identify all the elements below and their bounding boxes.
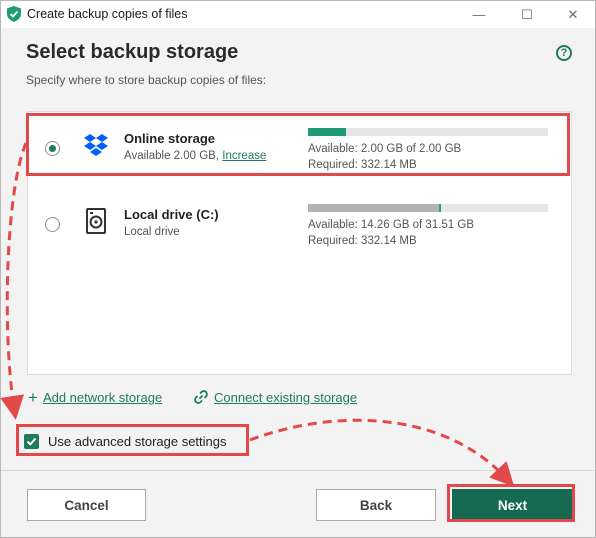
storage-list: Online storage Available 2.00 GB, Increa…	[27, 111, 572, 375]
minimize-icon: —	[472, 7, 486, 22]
dialog-window: Create backup copies of files — ☐ ✕ Sele…	[0, 0, 596, 538]
online-storage-usage-fill	[308, 128, 347, 136]
footer: Cancel Back Next	[1, 471, 595, 537]
link-icon	[194, 390, 208, 404]
online-storage-name: Online storage	[124, 131, 216, 146]
advanced-settings-label: Use advanced storage settings	[48, 433, 227, 449]
online-storage-required: Required: 332.14 MB	[308, 159, 417, 171]
back-button[interactable]: Back	[316, 489, 436, 521]
local-drive-detail: Local drive	[124, 226, 180, 238]
connect-existing-storage-link[interactable]: Connect existing storage	[193, 389, 357, 405]
storage-option-local[interactable]: Local drive (C:) Local drive Available: …	[28, 193, 571, 257]
online-storage-detail: Available 2.00 GB, Increase	[124, 150, 266, 162]
minimize-button[interactable]: —	[459, 1, 499, 28]
local-drive-usage-fill	[308, 204, 440, 212]
next-button[interactable]: Next	[452, 489, 573, 521]
local-drive-usage-bar	[308, 204, 548, 212]
add-network-storage-link[interactable]: + Add network storage	[28, 389, 162, 406]
online-storage-available: Available: 2.00 GB of 2.00 GB	[308, 143, 462, 155]
local-drive-radio[interactable]	[45, 217, 60, 232]
local-drive-available: Available: 14.26 GB of 31.51 GB	[308, 219, 475, 231]
add-network-storage-label: Add network storage	[42, 390, 163, 405]
connect-existing-storage-label: Connect existing storage	[214, 389, 358, 405]
local-drive-required-marker	[439, 204, 442, 212]
checkmark-icon	[24, 433, 39, 449]
online-storage-usage-bar	[308, 128, 548, 136]
window-title: Create backup copies of files	[27, 7, 188, 21]
close-icon: ✕	[567, 6, 579, 22]
increase-link[interactable]: Increase	[222, 150, 266, 162]
dropbox-icon	[84, 134, 108, 156]
page-title: Select backup storage	[26, 41, 239, 63]
storage-option-online[interactable]: Online storage Available 2.00 GB, Increa…	[28, 117, 571, 181]
close-button[interactable]: ✕	[553, 1, 593, 28]
title-bar: Create backup copies of files — ☐ ✕	[1, 1, 595, 28]
maximize-icon: ☐	[521, 6, 533, 22]
online-storage-available-short: Available 2.00 GB,	[124, 150, 220, 162]
maximize-button[interactable]: ☐	[507, 1, 547, 28]
local-drive-name: Local drive (C:)	[124, 207, 219, 222]
help-icon[interactable]: ?	[556, 45, 572, 61]
page-subtitle: Specify where to store backup copies of …	[26, 73, 267, 87]
advanced-settings-checkbox[interactable]: Use advanced storage settings	[24, 430, 227, 452]
hard-drive-icon	[86, 208, 106, 234]
cancel-button[interactable]: Cancel	[27, 489, 146, 521]
local-drive-required: Required: 332.14 MB	[308, 235, 417, 247]
plus-icon: +	[28, 388, 38, 407]
kaspersky-shield-icon	[7, 6, 21, 22]
online-storage-radio[interactable]	[45, 141, 60, 156]
